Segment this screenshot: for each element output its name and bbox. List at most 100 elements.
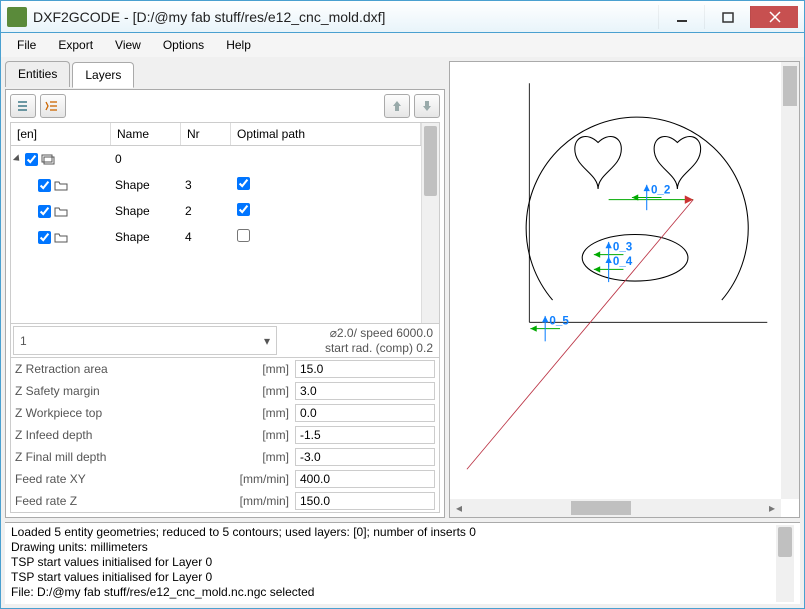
param-label: Feed rate Z	[15, 494, 225, 508]
layers-tree: [en] Name Nr Optimal path 0Shape3Shape2S…	[10, 122, 440, 324]
tab-entities[interactable]: Entities	[5, 61, 70, 87]
row-name: Shape	[111, 178, 181, 192]
menu-help[interactable]: Help	[216, 35, 261, 55]
optimal-checkbox[interactable]	[237, 203, 250, 216]
folder-icon	[54, 179, 68, 191]
tree-row[interactable]: Shape2	[11, 198, 421, 224]
params-table: Z Retraction area[mm]Z Safety margin[mm]…	[10, 358, 440, 513]
param-unit: [mm]	[225, 450, 295, 464]
param-label: Z Infeed depth	[15, 428, 225, 442]
param-label: Z Workpiece top	[15, 406, 225, 420]
log-text[interactable]: Loaded 5 entity geometries; reduced to 5…	[11, 525, 776, 602]
param-label: Z Safety margin	[15, 384, 225, 398]
param-input[interactable]	[295, 492, 435, 510]
log-vscroll[interactable]	[776, 525, 794, 602]
enable-checkbox[interactable]	[38, 231, 51, 244]
col-optimal[interactable]: Optimal path	[231, 123, 421, 145]
param-row: Z Infeed depth[mm]	[11, 424, 439, 446]
main-row: Entities Layers [en]	[1, 57, 804, 522]
row-name: Shape	[111, 204, 181, 218]
tree-row[interactable]: Shape4	[11, 224, 421, 250]
menu-file[interactable]: File	[7, 35, 46, 55]
move-up-button[interactable]	[384, 94, 410, 118]
enable-checkbox[interactable]	[38, 205, 51, 218]
log-panel: Loaded 5 entity geometries; reduced to 5…	[5, 522, 800, 604]
row-nr: 4	[181, 230, 231, 244]
expand-all-button[interactable]	[40, 94, 66, 118]
param-unit: [mm/min]	[225, 472, 295, 486]
param-row: Z Retraction area[mm]	[11, 358, 439, 380]
tool-info-text: ⌀2.0/ speed 6000.0 start rad. (comp) 0.2	[279, 324, 439, 357]
window-title: DXF2GCODE - [D:/@my fab stuff/res/e12_cn…	[33, 9, 658, 25]
tree-body[interactable]: 0Shape3Shape2Shape4	[11, 146, 421, 256]
param-row: Feed rate XY[mm/min]	[11, 468, 439, 490]
tool-info-row: 1 ▾ ⌀2.0/ speed 6000.0 start rad. (comp)…	[10, 324, 440, 358]
param-input[interactable]	[295, 404, 435, 422]
param-unit: [mm]	[225, 362, 295, 376]
param-unit: [mm]	[225, 406, 295, 420]
row-nr: 3	[181, 178, 231, 192]
chevron-down-icon: ▾	[264, 334, 270, 348]
menu-export[interactable]: Export	[48, 35, 103, 55]
menu-view[interactable]: View	[105, 35, 151, 55]
folder-icon	[54, 205, 68, 217]
minimize-button[interactable]	[658, 5, 704, 29]
param-input[interactable]	[295, 360, 435, 378]
col-nr[interactable]: Nr	[181, 123, 231, 145]
param-row: Z Workpiece top[mm]	[11, 402, 439, 424]
tree-row[interactable]: 0	[11, 146, 421, 172]
tool-selector[interactable]: 1 ▾	[13, 326, 277, 355]
param-input[interactable]	[295, 448, 435, 466]
param-row: Feed rate Z[mm/min]	[11, 490, 439, 512]
scroll-left-icon[interactable]: ◂	[450, 501, 468, 515]
tree-vscroll[interactable]	[421, 123, 439, 323]
optimal-checkbox[interactable]	[237, 177, 250, 190]
param-unit: [mm]	[225, 428, 295, 442]
marker-0_2: 0_2	[632, 183, 670, 210]
param-unit: [mm]	[225, 384, 295, 398]
close-button[interactable]	[750, 6, 798, 28]
param-label: Feed rate XY	[15, 472, 225, 486]
param-input[interactable]	[295, 382, 435, 400]
row-nr: 2	[181, 204, 231, 218]
move-down-button[interactable]	[414, 94, 440, 118]
tool-selector-value: 1	[20, 334, 27, 348]
svg-text:0_3: 0_3	[613, 240, 633, 253]
marker-0_5: 0_5	[530, 314, 569, 341]
layers-toolbar	[10, 94, 440, 118]
param-row: Z Final mill depth[mm]	[11, 446, 439, 468]
expand-icon[interactable]	[13, 154, 22, 163]
collapse-all-button[interactable]	[10, 94, 36, 118]
client-area: Entities Layers [en]	[1, 57, 804, 608]
drawing-viewport[interactable]: 0_2 0_3 0_4 0_5 ▴ ◂▸	[449, 61, 800, 518]
svg-text:0_5: 0_5	[549, 314, 569, 327]
menubar: File Export View Options Help	[1, 33, 804, 57]
svg-text:0_2: 0_2	[651, 183, 670, 196]
param-label: Z Final mill depth	[15, 450, 225, 464]
row-optimal	[231, 229, 421, 245]
app-icon	[7, 7, 27, 27]
tree-row[interactable]: Shape3	[11, 172, 421, 198]
maximize-button[interactable]	[704, 5, 750, 29]
enable-checkbox[interactable]	[25, 153, 38, 166]
menu-options[interactable]: Options	[153, 35, 214, 55]
param-row: Z Safety margin[mm]	[11, 380, 439, 402]
layer-icon	[41, 153, 55, 165]
svg-text:0_4: 0_4	[613, 255, 633, 268]
drawing-canvas[interactable]: 0_2 0_3 0_4 0_5	[450, 62, 799, 517]
col-name[interactable]: Name	[111, 123, 181, 145]
tab-layers[interactable]: Layers	[72, 62, 134, 88]
row-name: 0	[111, 152, 181, 166]
left-column: Entities Layers [en]	[5, 61, 445, 518]
param-input[interactable]	[295, 426, 435, 444]
viewport-hscroll[interactable]: ◂▸	[450, 499, 781, 517]
param-input[interactable]	[295, 470, 435, 488]
scroll-right-icon[interactable]: ▸	[763, 501, 781, 515]
optimal-checkbox[interactable]	[237, 229, 250, 242]
col-en[interactable]: [en]	[11, 123, 111, 145]
viewport-vscroll[interactable]: ▴	[781, 62, 799, 499]
layers-panel: [en] Name Nr Optimal path 0Shape3Shape2S…	[5, 89, 445, 518]
titlebar[interactable]: DXF2GCODE - [D:/@my fab stuff/res/e12_cn…	[1, 1, 804, 33]
folder-icon	[54, 231, 68, 243]
enable-checkbox[interactable]	[38, 179, 51, 192]
